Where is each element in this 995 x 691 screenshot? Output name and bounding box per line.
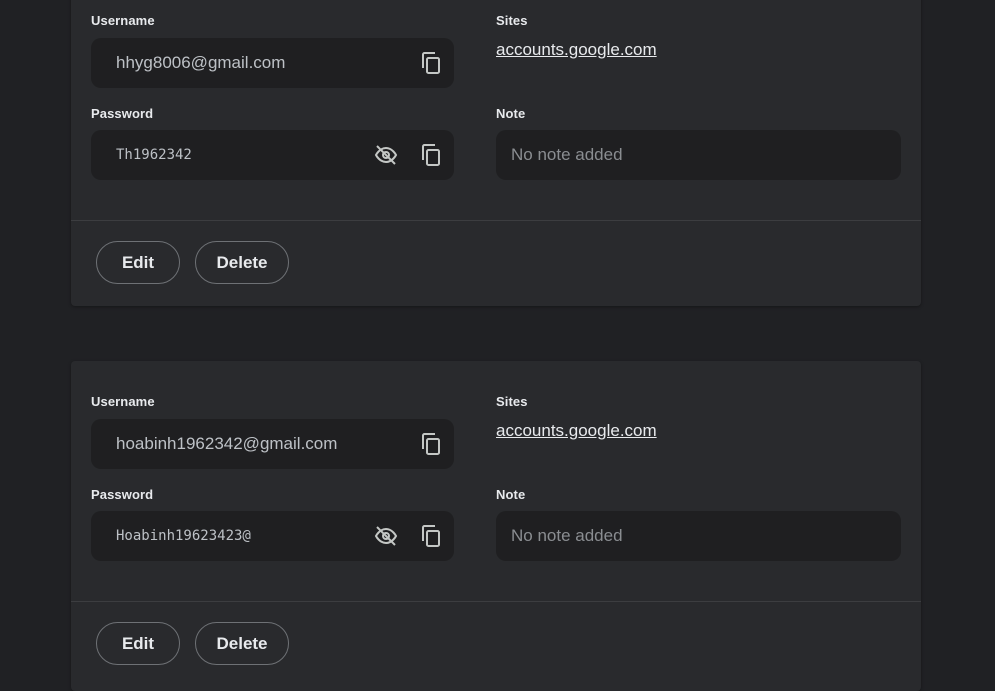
edit-button[interactable]: Edit (96, 241, 180, 284)
copy-icon (422, 52, 440, 74)
password-label: Password (91, 487, 154, 502)
delete-button[interactable]: Delete (195, 241, 289, 284)
card-divider (71, 220, 921, 221)
password-field: Th1962342 (91, 130, 454, 180)
copy-username-button[interactable] (418, 50, 444, 76)
card-divider (71, 601, 921, 602)
note-value: No note added (511, 526, 623, 545)
credential-card: Username hhyg8006@gmail.com Sites accoun… (71, 0, 921, 306)
password-value: Th1962342 (116, 147, 192, 163)
delete-button[interactable]: Delete (195, 622, 289, 665)
toggle-password-visibility-button[interactable] (373, 142, 399, 168)
password-value: Hoabinh19623423@ (116, 528, 251, 544)
username-label: Username (91, 13, 155, 28)
note-label: Note (496, 106, 526, 121)
username-value: hhyg8006@gmail.com (116, 53, 286, 72)
sites-label: Sites (496, 394, 528, 409)
note-field: No note added (496, 130, 901, 180)
copy-icon (422, 433, 440, 455)
edit-button[interactable]: Edit (96, 622, 180, 665)
username-value: hoabinh1962342@gmail.com (116, 434, 338, 453)
note-field: No note added (496, 511, 901, 561)
site-link[interactable]: accounts.google.com (496, 421, 657, 441)
copy-icon (422, 144, 440, 166)
toggle-password-visibility-button[interactable] (373, 523, 399, 549)
username-label: Username (91, 394, 155, 409)
copy-password-button[interactable] (418, 523, 444, 549)
note-label: Note (496, 487, 526, 502)
password-label: Password (91, 106, 154, 121)
eye-off-icon (374, 526, 398, 546)
username-field: hoabinh1962342@gmail.com (91, 419, 454, 469)
sites-label: Sites (496, 13, 528, 28)
username-field: hhyg8006@gmail.com (91, 38, 454, 88)
eye-off-icon (374, 145, 398, 165)
note-value: No note added (511, 145, 623, 164)
credential-card: Username hoabinh1962342@gmail.com Sites … (71, 361, 921, 691)
copy-password-button[interactable] (418, 142, 444, 168)
copy-username-button[interactable] (418, 431, 444, 457)
password-field: Hoabinh19623423@ (91, 511, 454, 561)
copy-icon (422, 525, 440, 547)
site-link[interactable]: accounts.google.com (496, 40, 657, 60)
